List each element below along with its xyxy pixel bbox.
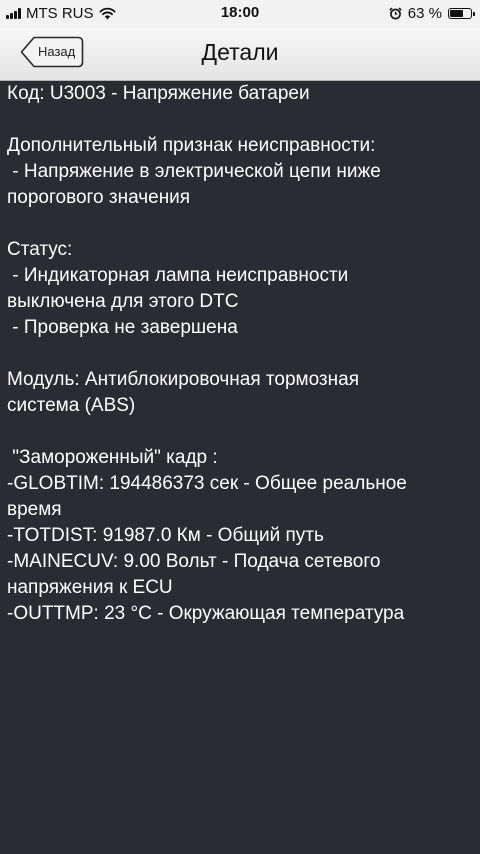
detail-line: Модуль: Антиблокировочная тормозная [7, 369, 359, 390]
detail-line: - Напряжение в электрической цепи ниже [7, 161, 381, 182]
detail-line: система (ABS) [7, 395, 136, 416]
detail-line: -OUTTMP: 23 °C - Окружающая температура [7, 603, 405, 624]
status-right: 63 % [389, 5, 475, 22]
status-bar: MTS RUS 18:00 63 % [0, 0, 480, 28]
alarm-icon [389, 7, 402, 20]
detail-line: - Проверка не завершена [7, 317, 238, 338]
detail-line: Код: U3003 - Напряжение батареи [7, 83, 310, 104]
battery-percent: 63 % [407, 5, 442, 22]
detail-line: напряжения к ECU [7, 577, 173, 598]
detail-line: -TOTDIST: 91987.0 Км - Общий путь [7, 525, 324, 546]
detail-line: Дополнительный признак неисправности: [7, 135, 376, 156]
detail-line [7, 419, 475, 445]
detail-line [7, 211, 475, 237]
battery-icon [448, 8, 475, 19]
detail-line: время [7, 499, 62, 520]
detail-line: Статус: [7, 239, 73, 260]
detail-line: выключена для этого DTC [7, 291, 239, 312]
detail-line: -GLOBTIM: 194486373 сек - Общее реальное [7, 473, 407, 494]
navigation-bar: Назад Детали [0, 28, 480, 81]
detail-line: - Индикаторная лампа неисправности [7, 265, 349, 286]
detail-line [7, 341, 475, 367]
battery-level-fill [450, 10, 463, 17]
detail-line: порогового значения [7, 187, 191, 208]
detail-line: -MAINECUV: 9.00 Вольт - Подача сетевого [7, 551, 381, 572]
detail-line [7, 107, 475, 133]
dtc-details-text: Код: U3003 - Напряжение батареи Дополните… [7, 81, 475, 627]
detail-line: "Замороженный" кадр : [7, 447, 218, 468]
page-title: Детали [201, 39, 279, 65]
